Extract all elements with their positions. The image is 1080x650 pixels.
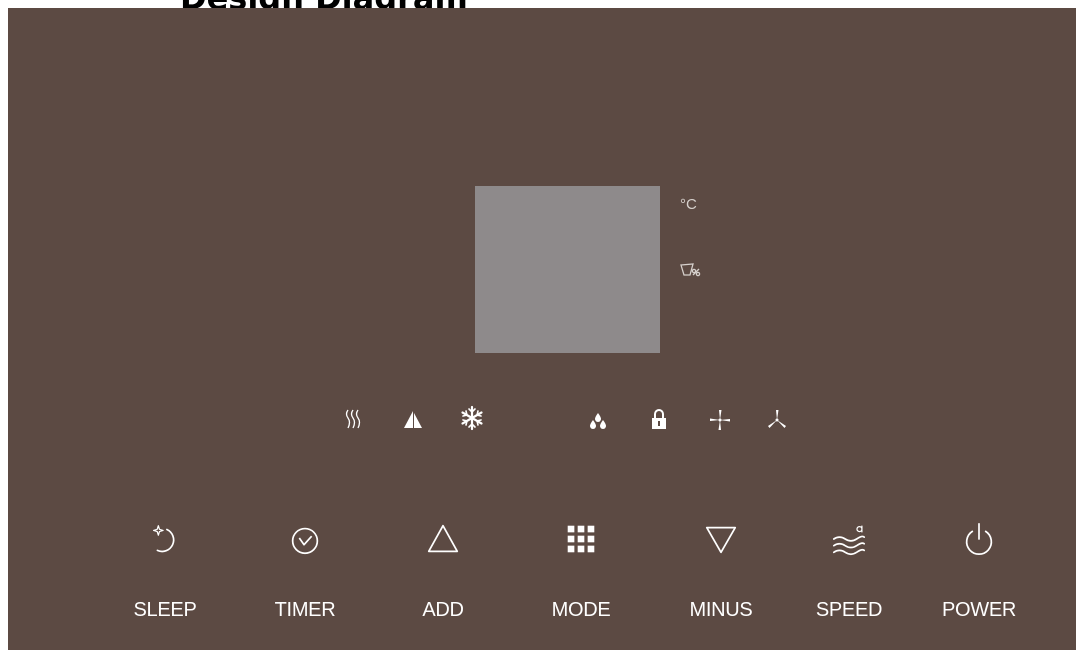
grid-icon (562, 520, 600, 558)
minus-button[interactable]: MINUS (666, 520, 776, 640)
sleep-button-label: SLEEP (133, 599, 197, 621)
down-triangle-icon (702, 520, 740, 558)
mode-button-label: MODE (551, 599, 611, 621)
lock-icon (650, 408, 668, 430)
timer-button[interactable]: TIMER (250, 520, 360, 640)
speed-button-label: SPEED (815, 599, 883, 621)
fan-high-icon (708, 408, 732, 432)
humidity-percent-icon (679, 260, 701, 278)
display-screen (475, 186, 660, 353)
add-button-label: ADD (422, 599, 464, 621)
control-panel-page: Design Diagram °C (0, 0, 1080, 650)
mode-button[interactable]: MODE (526, 520, 636, 640)
water-icon (588, 411, 608, 431)
up-triangle-icon (424, 520, 462, 558)
timer-icon (286, 520, 324, 558)
timer-button-label: TIMER (274, 599, 336, 621)
dry-icon (402, 408, 424, 430)
sleep-icon (146, 520, 184, 558)
speed-button[interactable]: SPEED (794, 520, 904, 640)
add-button[interactable]: ADD (388, 520, 498, 640)
power-icon (960, 520, 998, 558)
heat-icon (342, 408, 364, 430)
wind-speed-icon (830, 520, 868, 558)
sleep-button[interactable]: SLEEP (110, 520, 220, 640)
fan-low-icon (765, 408, 789, 432)
minus-button-label: MINUS (689, 599, 753, 621)
temperature-unit-label: °C (680, 196, 697, 213)
control-panel: °C SLEEP TIMER ADD MODE MINUS SPEED POWE… (8, 8, 1076, 650)
power-button[interactable]: POWER (924, 520, 1034, 640)
power-button-label: POWER (941, 599, 1017, 621)
cool-icon (459, 405, 485, 431)
